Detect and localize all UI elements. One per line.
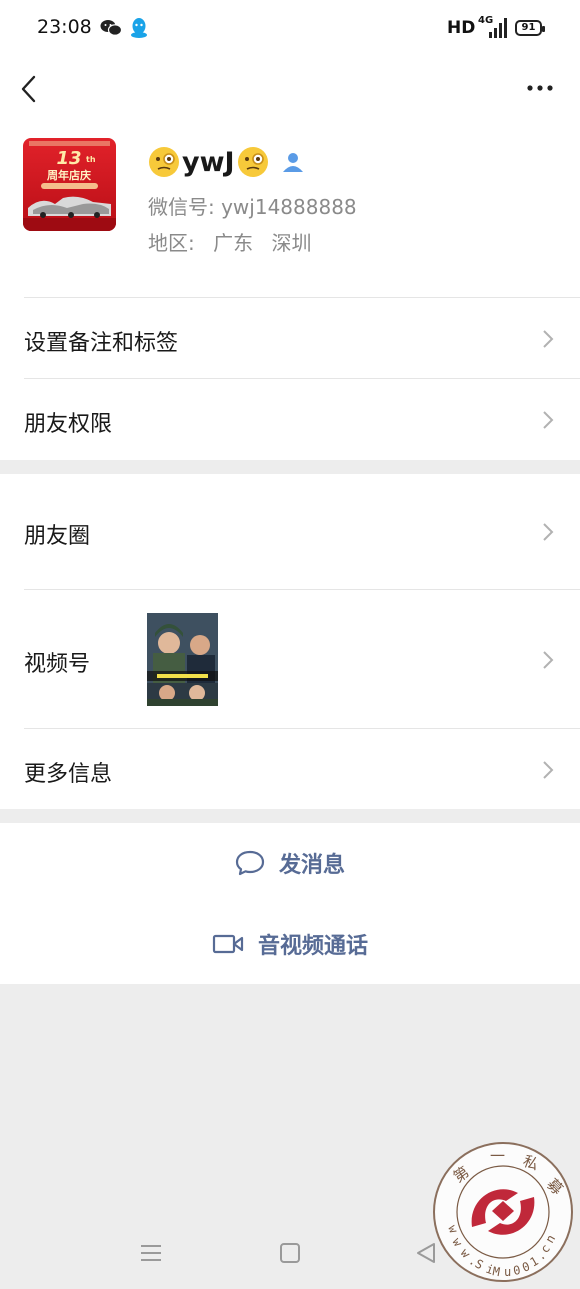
monocle-face-emoji-icon xyxy=(237,147,268,177)
watermark-stamp: 第 一 私 募 w w w . S i M u 0 0 1 . c n xyxy=(432,1141,574,1283)
video-camera-icon xyxy=(212,934,244,953)
svg-text:13: 13 xyxy=(56,148,81,169)
region-label: 地区: xyxy=(148,231,195,255)
channels-thumbnail-image xyxy=(147,613,218,706)
profile-name-row: ywJ xyxy=(148,142,305,182)
system-menu-icon[interactable] xyxy=(140,1243,162,1263)
svg-text:th: th xyxy=(86,155,96,164)
back-arrow-icon[interactable] xyxy=(18,68,42,108)
contact-profile-page: 23:08 HD 4G 91 13 th 周年店庆 ywJ 微信号: ywj14… xyxy=(0,0,580,1289)
watermark-logo: 第 一 私 募 w w w . S i M u 0 0 1 . c n xyxy=(433,1142,573,1282)
region-city: 深圳 xyxy=(271,231,312,255)
remark-tags-row[interactable]: 设置备注和标签 xyxy=(0,298,580,379)
chevron-right-icon xyxy=(543,411,554,429)
chevron-right-icon xyxy=(543,330,554,348)
profile-header: 13 th 周年店庆 ywJ 微信号: ywj14888888 地区: 广东 深… xyxy=(0,118,580,298)
battery-icon: 91 xyxy=(515,20,545,36)
chevron-right-icon xyxy=(543,761,554,779)
monocle-face-emoji-icon xyxy=(149,147,179,177)
channels-row[interactable]: 视频号 xyxy=(0,590,580,729)
wechat-id: 微信号: ywj14888888 xyxy=(148,195,357,219)
network-type: 4G xyxy=(478,15,494,26)
chevron-right-icon xyxy=(543,523,554,541)
actions-group: 发消息 音视频通话 xyxy=(0,823,580,984)
more-options-icon[interactable] xyxy=(524,76,556,100)
video-call-button[interactable]: 音视频通话 xyxy=(0,903,580,984)
more-info-label: 更多信息 xyxy=(24,762,113,787)
avatar[interactable]: 13 th 周年店庆 xyxy=(23,138,116,231)
friend-permissions-row[interactable]: 朋友权限 xyxy=(0,379,580,460)
chevron-right-icon xyxy=(543,651,554,669)
channels-thumbnail[interactable] xyxy=(147,613,218,706)
channels-label: 视频号 xyxy=(24,652,91,677)
send-message-label: 发消息 xyxy=(278,853,345,878)
status-bar: 23:08 HD 4G 91 xyxy=(0,0,580,58)
qq-notification-icon xyxy=(131,18,147,38)
moments-label: 朋友圈 xyxy=(24,524,91,549)
wechat-notification-icon xyxy=(100,20,122,36)
svg-text:一: 一 xyxy=(490,1147,505,1165)
moments-row[interactable]: 朋友圈 xyxy=(0,474,580,590)
region: 地区: 广东 深圳 xyxy=(148,227,311,256)
system-home-icon[interactable] xyxy=(280,1243,300,1263)
chat-bubble-icon xyxy=(235,850,265,876)
send-message-button[interactable]: 发消息 xyxy=(0,823,580,903)
avatar-image: 13 th 周年店庆 xyxy=(23,138,116,231)
gender-person-icon xyxy=(282,153,303,172)
content-group: 朋友圈 视频号 更多信息 xyxy=(0,474,580,809)
video-call-label: 音视频通话 xyxy=(257,933,368,959)
region-province: 广东 xyxy=(213,231,254,255)
remark-tags-label: 设置备注和标签 xyxy=(24,331,179,356)
settings-group: 设置备注和标签 朋友权限 xyxy=(0,298,580,460)
status-time: 23:08 xyxy=(37,16,92,38)
more-info-row[interactable]: 更多信息 xyxy=(0,729,580,809)
friend-permissions-label: 朋友权限 xyxy=(24,412,113,437)
hd-indicator: HD xyxy=(447,18,476,38)
profile-name: ywJ xyxy=(182,146,235,178)
svg-text:周年店庆: 周年店庆 xyxy=(47,168,91,182)
nav-bar xyxy=(0,58,580,118)
svg-text:u: u xyxy=(504,1265,511,1279)
